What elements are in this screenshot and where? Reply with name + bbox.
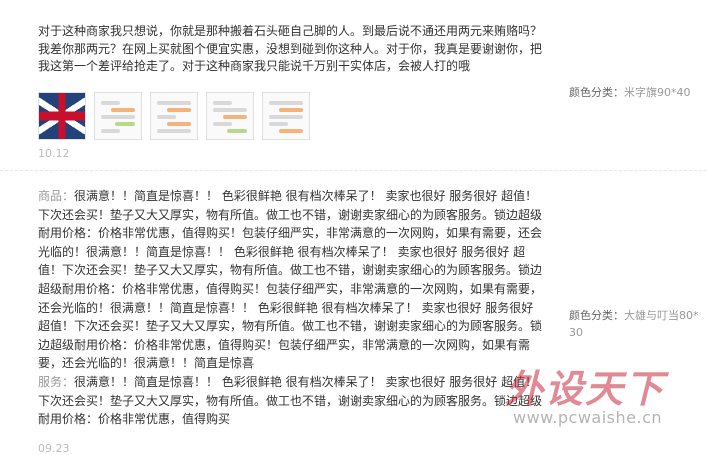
sku-label: 颜色分类：: [569, 86, 624, 99]
review-photos: [38, 92, 310, 140]
review-text: 商品：很满意！！简直是惊喜！！ 色彩很鲜艳 很有档次棒呆了！ 卖家也很好 服务很…: [38, 187, 543, 429]
review-photo-chat-screenshot[interactable]: [150, 92, 198, 140]
review-date: 09.23: [38, 442, 70, 455]
review-segment-label: 商品：: [38, 189, 75, 203]
review-photo-flag[interactable]: [38, 92, 86, 140]
review-photo-chat-screenshot[interactable]: [94, 92, 142, 140]
sku-value: 米字旗90*40: [624, 86, 691, 99]
review-segment-text: 很满意！！简直是惊喜！！ 色彩很鲜艳 很有档次棒呆了！ 卖家也很好 服务很好 超…: [38, 189, 543, 371]
review-photo-chat-screenshot[interactable]: [206, 92, 254, 140]
review-segment-text: 很满意！！简直是惊喜！！ 色彩很鲜艳 很有档次棒呆了！ 卖家也很好 服务很好 超…: [38, 374, 543, 427]
sku-label: 颜色分类：: [569, 309, 624, 322]
reviews-page: 对于这种商家我只想说，你就是那种搬着石头砸自己脚的人。到最后说不通还用两元来贿赂…: [0, 0, 707, 455]
review-text: 对于这种商家我只想说，你就是那种搬着石头砸自己脚的人。到最后说不通还用两元来贿赂…: [38, 24, 543, 74]
review-photo-chat-screenshot[interactable]: [262, 92, 310, 140]
review-segment-label: 服务：: [38, 374, 75, 389]
sku-info: 颜色分类：米字旗90*40: [569, 84, 704, 101]
review-item: 商品：很满意！！简直是惊喜！！ 色彩很鲜艳 很有档次棒呆了！ 卖家也很好 服务很…: [0, 180, 707, 455]
review-item: 对于这种商家我只想说，你就是那种搬着石头砸自己脚的人。到最后说不通还用两元来贿赂…: [0, 0, 707, 171]
review-date: 10.12: [38, 147, 70, 160]
sku-info: 颜色分类：大雄与叮当80*30: [569, 307, 704, 341]
